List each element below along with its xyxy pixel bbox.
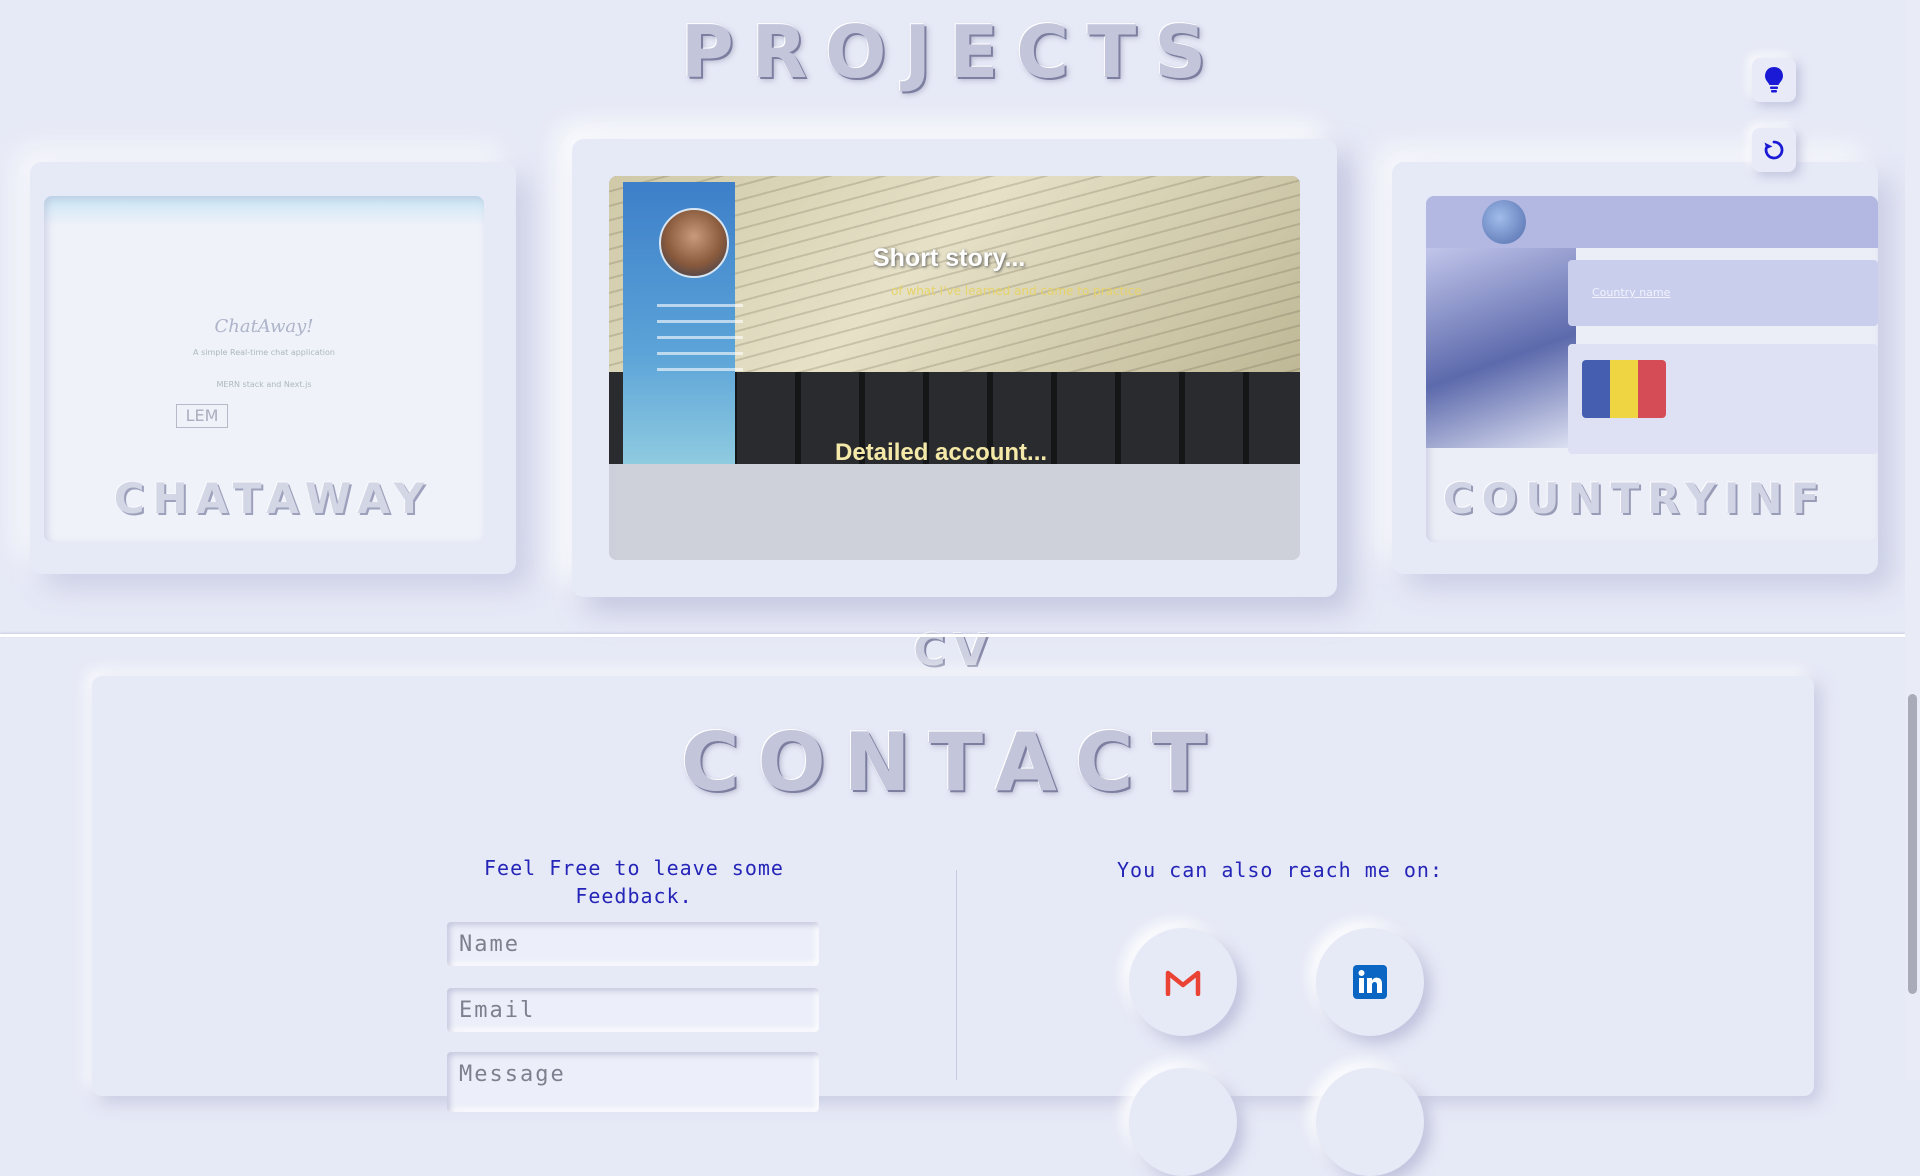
countryinfo-navbar [1426, 196, 1878, 248]
name-field[interactable] [447, 922, 819, 966]
flag-icon [1582, 360, 1666, 418]
reach-prompt: You can also reach me on: [1116, 858, 1444, 882]
project-card-cv[interactable]: Short story... of what I've learned and … [572, 139, 1337, 676]
countryinfo-map [1426, 248, 1576, 448]
cv-label-overlay [609, 464, 1300, 560]
chataway-line-2: MERN stack and Next.js [216, 380, 312, 389]
reset-icon [1764, 140, 1784, 160]
email-field[interactable] [447, 988, 819, 1032]
cv-info-line [657, 320, 743, 323]
gmail-button[interactable] [1129, 928, 1237, 1036]
cv-headline: Short story... [873, 244, 1026, 272]
scrollbar-thumb[interactable] [1908, 694, 1917, 994]
section-divider [0, 634, 1905, 637]
project-label-countryinfo: COUNTRYINF [1442, 474, 1828, 523]
avatar [659, 208, 729, 278]
feedback-prompt: Feel Free to leave some Feedback. [484, 856, 784, 908]
cv-detail: Detailed account... [835, 439, 1048, 466]
cv-info-line [657, 304, 743, 307]
cv-info-line [657, 336, 743, 339]
linkedin-button[interactable] [1316, 928, 1424, 1036]
cv-info-line [657, 368, 743, 371]
project-label-cv: CV [913, 625, 996, 676]
gmail-icon [1165, 970, 1201, 996]
chataway-badge: LEM [176, 404, 228, 428]
contact-title: CONTACT [680, 716, 1225, 809]
reset-button[interactable] [1752, 128, 1796, 172]
countryinfo-search-placeholder: Country name [1592, 286, 1671, 299]
linkedin-icon [1353, 965, 1387, 999]
cv-info-line [657, 352, 743, 355]
social-button[interactable] [1129, 1068, 1237, 1176]
countryinfo-search: Country name [1568, 260, 1878, 326]
column-divider [956, 870, 957, 1080]
lightbulb-icon [1765, 67, 1783, 93]
project-label-chataway: CHATAWAY [113, 474, 433, 523]
cv-subline: of what I've learned and came to practic… [891, 284, 1142, 298]
project-preview-cv: Short story... of what I've learned and … [609, 176, 1300, 560]
projects-title: PROJECTS [680, 10, 1225, 94]
chataway-logo: ChatAway! [214, 316, 314, 337]
theme-toggle-button[interactable] [1752, 58, 1796, 102]
globe-icon [1482, 200, 1526, 244]
message-field[interactable] [447, 1052, 819, 1112]
scrollbar[interactable] [1905, 0, 1920, 1080]
social-button[interactable] [1316, 1068, 1424, 1176]
chataway-line-1: A simple Real-time chat application [193, 348, 335, 357]
cv-sidebar [623, 182, 743, 464]
project-card-chataway[interactable]: ChatAway! A simple Real-time chat applic… [30, 162, 516, 574]
project-card-countryinfo[interactable]: Country name COUNTRYINF [1392, 162, 1878, 574]
